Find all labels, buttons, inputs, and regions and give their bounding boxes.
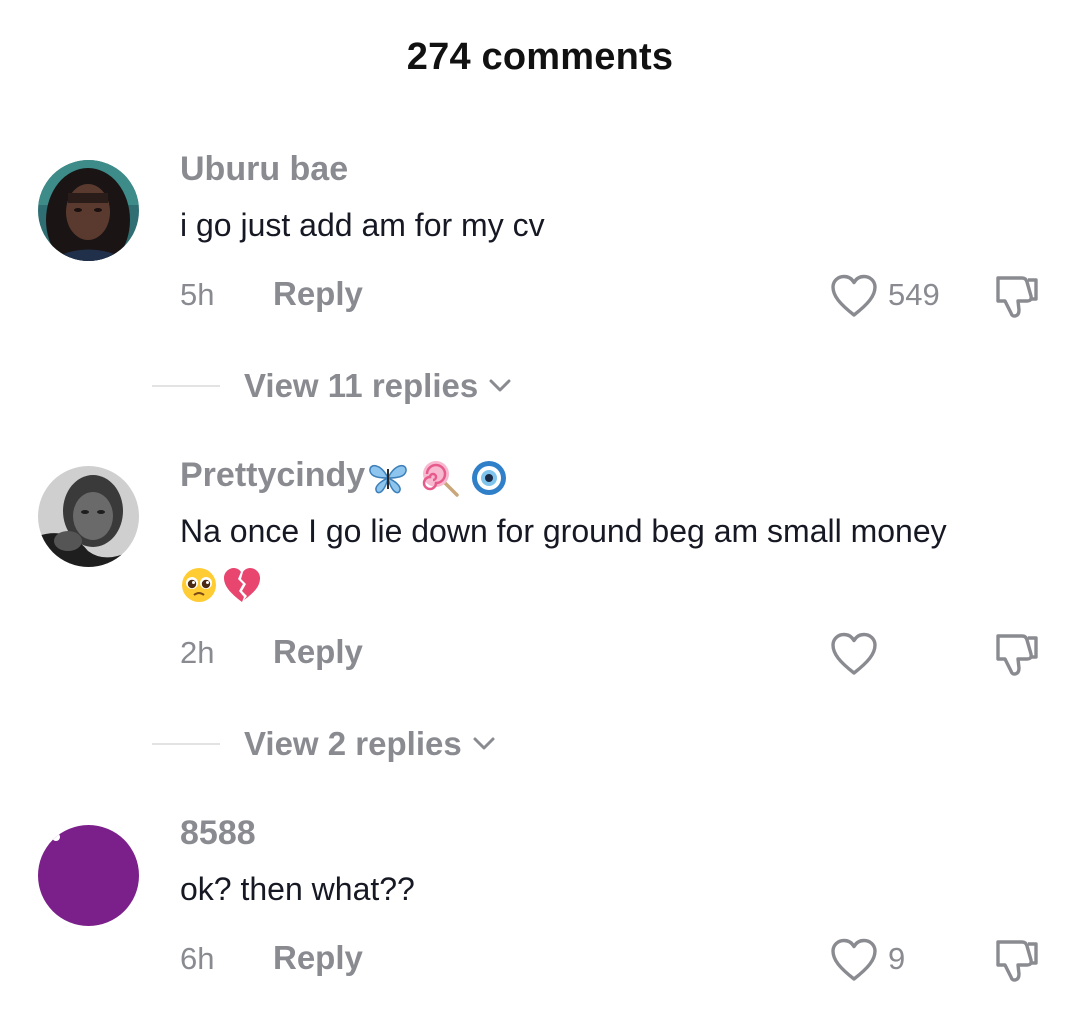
like-count: 549 xyxy=(888,277,940,312)
like-button[interactable] xyxy=(830,274,878,318)
dislike-icon xyxy=(996,634,1038,676)
view-replies-button[interactable]: View 11 replies xyxy=(152,366,512,406)
dislike-button[interactable] xyxy=(992,272,1042,320)
broken-heart-icon xyxy=(224,568,261,602)
reply-button[interactable]: Reply xyxy=(273,275,363,313)
heart-icon xyxy=(831,632,877,675)
comment-username[interactable]: Prettycindy xyxy=(180,456,508,497)
lollipop-icon xyxy=(422,461,459,497)
chevron-down-icon xyxy=(473,737,495,750)
comment-time: 5h xyxy=(180,277,215,312)
dislike-icon xyxy=(996,940,1038,982)
view-replies-label: View 11 replies xyxy=(244,367,479,404)
avatar[interactable] xyxy=(38,160,139,261)
comment-text: ok? then what?? xyxy=(180,871,415,907)
chevron-down-icon xyxy=(489,379,511,392)
view-replies-button[interactable]: View 2 replies xyxy=(152,724,496,764)
avatar[interactable] xyxy=(38,825,139,926)
reply-button[interactable]: Reply xyxy=(273,939,363,977)
comment-text: Na once I go lie down for ground beg am … xyxy=(180,513,947,549)
butterfly-icon xyxy=(369,465,407,494)
comment-username[interactable]: 8588 xyxy=(180,814,256,853)
heart-icon xyxy=(831,938,877,981)
comment-username[interactable]: Uburu bae xyxy=(180,150,348,189)
dislike-button[interactable] xyxy=(992,936,1042,984)
divider-line xyxy=(152,743,220,745)
divider-line xyxy=(152,385,220,387)
comment-emojis xyxy=(180,566,262,604)
like-button[interactable] xyxy=(830,632,878,676)
like-button[interactable] xyxy=(830,938,878,982)
comment-time: 2h xyxy=(180,635,215,670)
dislike-button[interactable] xyxy=(992,630,1042,678)
evil-eye-icon xyxy=(472,461,507,496)
reply-button[interactable]: Reply xyxy=(273,633,363,671)
pleading-face-icon xyxy=(182,568,216,602)
username-emojis xyxy=(367,457,508,497)
comments-header-title: 274 comments xyxy=(406,36,674,78)
view-replies-label: View 2 replies xyxy=(244,725,462,762)
dislike-icon xyxy=(996,276,1038,318)
heart-icon xyxy=(831,274,877,317)
avatar[interactable] xyxy=(38,466,139,567)
comment-text: i go just add am for my cv xyxy=(180,207,545,243)
comment-time: 6h xyxy=(180,941,215,976)
like-count: 9 xyxy=(888,941,906,976)
